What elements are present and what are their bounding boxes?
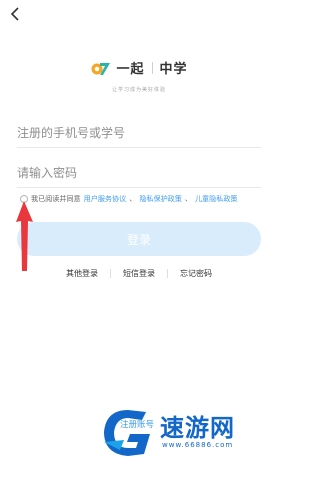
login-button[interactable]: 登录 <box>17 222 261 256</box>
child-privacy-link[interactable]: 儿童隐私政策 <box>195 194 238 204</box>
other-login-link[interactable]: 其他登录 <box>66 268 98 279</box>
option-divider <box>167 269 168 278</box>
red-arrow-annotation <box>16 201 33 271</box>
site-watermark: 速游网 www.66886.com <box>98 404 268 462</box>
user-agreement-link[interactable]: 用户服务协议 <box>84 194 127 204</box>
account-input[interactable] <box>17 126 261 148</box>
agreement-row: 我已阅读并同意 用户服务协议、隐私保护政策、儿童隐私政策 <box>20 194 270 204</box>
brand-name: 一起 <box>116 62 145 77</box>
watermark-url: www.66886.com <box>162 441 234 449</box>
alt-login-options: 其他登录 短信登录 忘记密码 <box>0 268 278 279</box>
brand-product: 中学 <box>159 62 188 77</box>
brand-logo-icon <box>91 62 111 75</box>
brand-divider <box>151 61 153 74</box>
password-input[interactable] <box>17 166 261 188</box>
back-chevron-icon[interactable] <box>8 6 24 22</box>
sms-login-link[interactable]: 短信登录 <box>123 268 155 279</box>
brand-logo: 一起 中学 <box>0 58 278 77</box>
forgot-password-link[interactable]: 忘记密码 <box>180 268 212 279</box>
option-divider <box>110 269 111 278</box>
watermark-logo-icon <box>104 410 150 456</box>
privacy-policy-link[interactable]: 隐私保护政策 <box>139 194 182 204</box>
agreement-separator: 、 <box>129 194 137 203</box>
agreement-separator: 、 <box>184 194 192 203</box>
brand-slogan: 让学习成为美好体验 <box>111 87 166 93</box>
watermark-title: 速游网 <box>160 414 235 442</box>
